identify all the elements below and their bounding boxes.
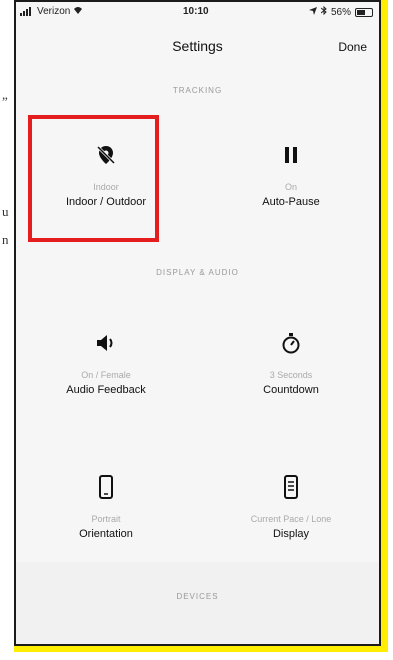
setting-label: Orientation bbox=[79, 528, 133, 540]
auto-pause-setting[interactable]: On Auto-Pause bbox=[216, 140, 366, 230]
display-setting[interactable]: Current Pace / Lone Display bbox=[216, 472, 366, 562]
setting-value: 3 Seconds bbox=[269, 370, 313, 380]
battery-icon bbox=[355, 7, 373, 17]
page: ” u n Verizon 10:10 56% Settings Done TR… bbox=[0, 0, 393, 660]
section-header-display-audio: DISPLAY & AUDIO bbox=[156, 268, 239, 277]
setting-value: Portrait bbox=[91, 514, 121, 524]
doc-fragment: ” bbox=[2, 94, 8, 109]
setting-label: Audio Feedback bbox=[66, 384, 146, 396]
page-title: Settings bbox=[172, 38, 223, 54]
audio-feedback-setting[interactable]: On / Female Audio Feedback bbox=[31, 328, 181, 418]
location-arrow-icon bbox=[308, 6, 317, 18]
devices-section bbox=[16, 562, 379, 644]
pause-icon bbox=[276, 140, 306, 170]
speaker-icon bbox=[91, 328, 121, 358]
setting-label: Countdown bbox=[263, 384, 319, 396]
carrier-label: Verizon bbox=[37, 6, 71, 17]
setting-value: Current Pace / Lone bbox=[250, 514, 332, 524]
highlight-box bbox=[28, 115, 159, 242]
clock-label: 10:10 bbox=[183, 6, 209, 17]
phone-display-icon bbox=[276, 472, 306, 502]
section-header-devices: DEVICES bbox=[176, 592, 219, 601]
nav-bar: Settings Done bbox=[16, 24, 379, 68]
stopwatch-icon bbox=[276, 328, 306, 358]
orientation-setting[interactable]: Portrait Orientation bbox=[31, 472, 181, 562]
setting-value: On / Female bbox=[81, 370, 131, 380]
bluetooth-icon bbox=[320, 5, 327, 18]
battery-percent: 56% bbox=[330, 6, 351, 18]
countdown-setting[interactable]: 3 Seconds Countdown bbox=[216, 328, 366, 418]
signal-icon bbox=[20, 7, 34, 16]
phone-portrait-icon bbox=[91, 472, 121, 502]
doc-fragment: u bbox=[2, 204, 9, 219]
setting-label: Display bbox=[272, 528, 310, 540]
status-bar: Verizon 10:10 56% bbox=[16, 2, 379, 24]
section-header-tracking: TRACKING bbox=[172, 86, 223, 95]
setting-value: On bbox=[284, 182, 297, 192]
phone-bezel: Verizon 10:10 56% Settings Done TRACKING… bbox=[14, 0, 381, 646]
wifi-icon bbox=[73, 6, 83, 17]
background-document: ” u n bbox=[0, 0, 14, 660]
doc-fragment: n bbox=[2, 232, 9, 247]
done-button[interactable]: Done bbox=[338, 40, 367, 54]
setting-label: Auto-Pause bbox=[262, 196, 320, 208]
app-screen: Verizon 10:10 56% Settings Done TRACKING… bbox=[16, 2, 379, 644]
phone-frame: Verizon 10:10 56% Settings Done TRACKING… bbox=[14, 0, 388, 652]
